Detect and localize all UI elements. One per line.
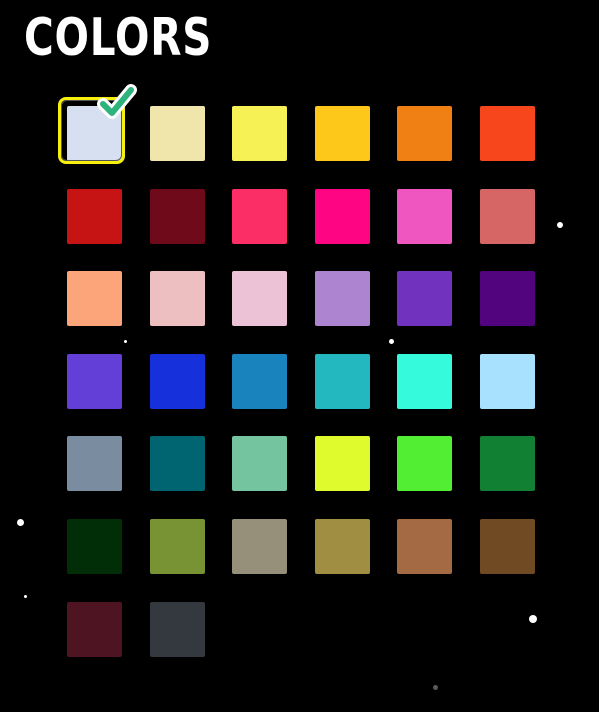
color-swatch[interactable]	[67, 601, 122, 657]
star-sparkle	[124, 340, 127, 343]
color-swatch[interactable]	[232, 188, 288, 244]
color-swatch-selected[interactable]	[58, 84, 137, 164]
color-swatch[interactable]	[149, 188, 205, 244]
color-swatch[interactable]	[232, 353, 288, 409]
checkmark-icon	[97, 84, 137, 119]
page-title: COLORS	[24, 8, 213, 68]
color-swatch[interactable]	[149, 518, 205, 574]
color-swatch[interactable]	[397, 188, 453, 244]
color-swatch[interactable]	[67, 518, 122, 574]
color-swatch[interactable]	[67, 353, 122, 409]
color-swatch[interactable]	[397, 436, 453, 492]
star-sparkle	[433, 685, 438, 690]
color-swatch[interactable]	[314, 353, 370, 409]
color-swatch[interactable]	[67, 271, 122, 327]
color-swatch[interactable]	[149, 436, 205, 492]
color-swatch[interactable]	[479, 518, 535, 574]
color-swatch[interactable]	[314, 518, 370, 574]
color-swatch[interactable]	[232, 518, 288, 574]
color-swatch[interactable]	[232, 436, 288, 492]
star-sparkle	[529, 615, 537, 623]
color-swatch[interactable]	[397, 106, 453, 161]
color-picker-screen: COLORS	[0, 0, 599, 712]
color-swatch[interactable]	[397, 518, 453, 574]
color-swatch[interactable]	[149, 271, 205, 327]
color-swatch[interactable]	[232, 271, 288, 327]
color-swatch[interactable]	[314, 271, 370, 327]
color-swatch[interactable]	[479, 436, 535, 492]
star-sparkle	[17, 519, 24, 526]
color-swatch[interactable]	[149, 601, 205, 657]
color-swatch[interactable]	[149, 353, 205, 409]
color-swatch[interactable]	[479, 188, 535, 244]
color-swatch[interactable]	[397, 353, 453, 409]
color-swatch[interactable]	[397, 271, 453, 327]
color-swatch[interactable]	[67, 436, 122, 492]
star-sparkle	[24, 595, 27, 598]
color-swatch[interactable]	[149, 106, 205, 161]
color-swatch[interactable]	[479, 106, 535, 161]
color-swatch-grid	[58, 84, 535, 657]
color-swatch[interactable]	[479, 353, 535, 409]
color-swatch[interactable]	[232, 106, 288, 161]
color-swatch[interactable]	[67, 188, 122, 244]
color-swatch[interactable]	[314, 106, 370, 161]
star-sparkle	[557, 222, 563, 228]
color-swatch[interactable]	[479, 271, 535, 327]
color-swatch[interactable]	[314, 436, 370, 492]
star-sparkle	[389, 339, 394, 344]
color-swatch[interactable]	[314, 188, 370, 244]
